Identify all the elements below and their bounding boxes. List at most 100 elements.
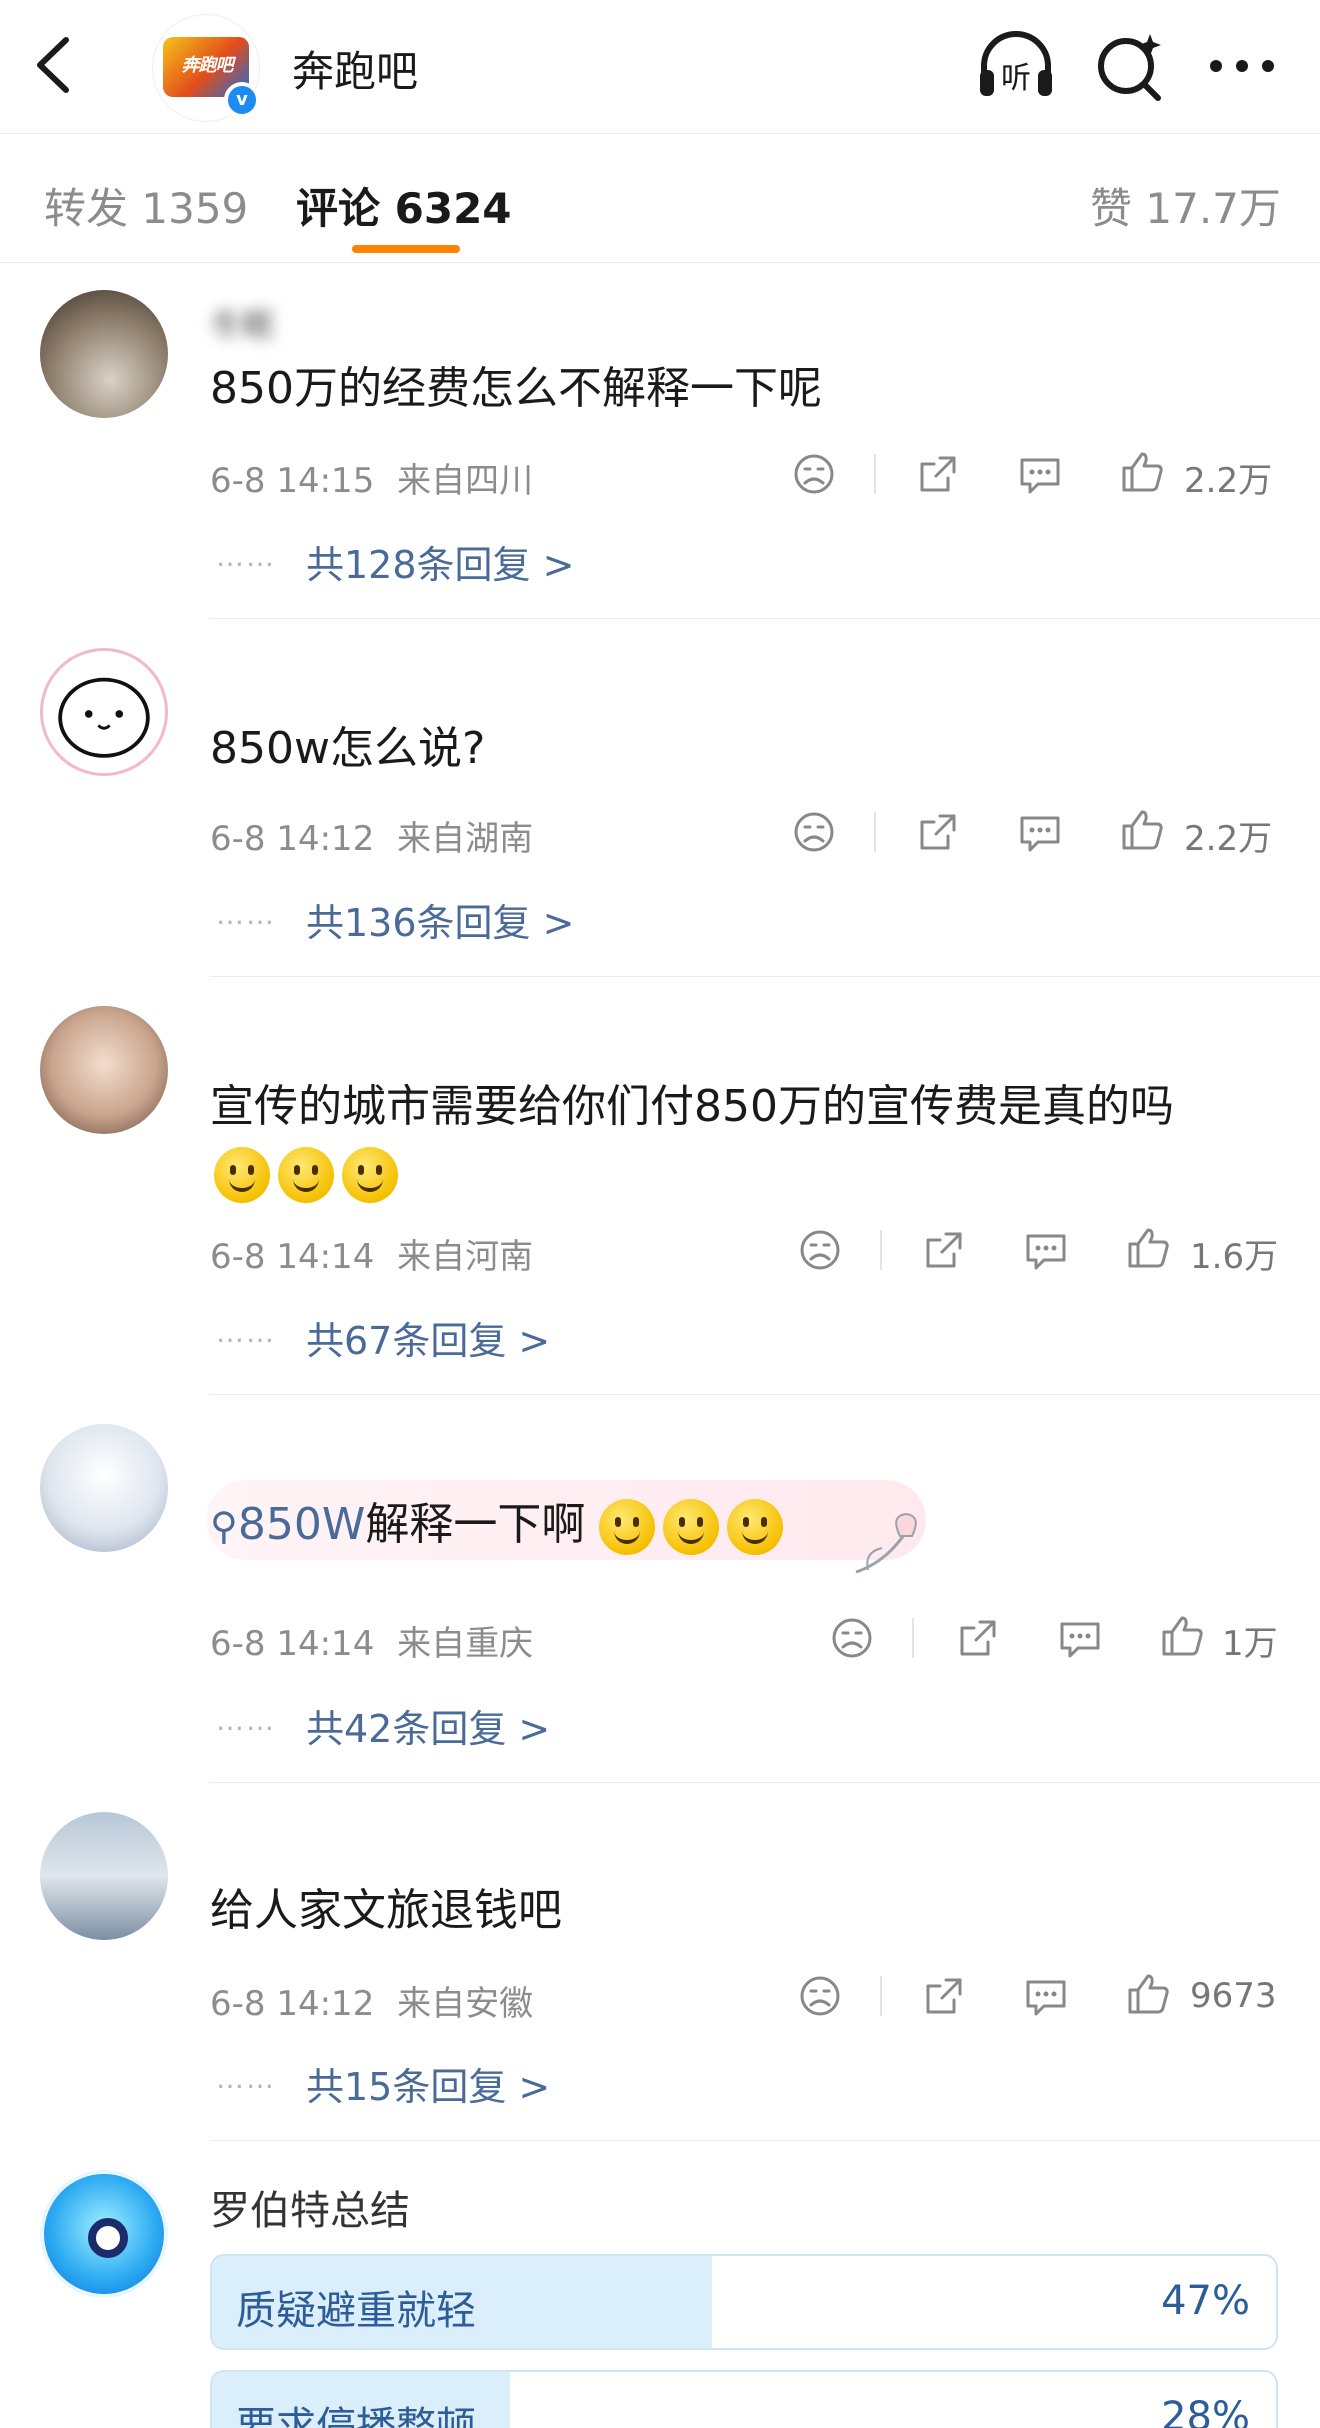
share-button[interactable] [920,1226,968,1274]
tab-comments-label: 评论 [296,184,381,233]
thumbs-up-icon [1122,810,1163,850]
tab-repost-count: 1359 [141,184,249,233]
account-name[interactable]: 奔跑吧 [292,38,418,99]
comment-location: 来自安徽 [397,1984,534,2024]
sleepy-emoji-icon [599,1499,656,1555]
commenter-avatar[interactable] [40,648,168,776]
robot-avatar[interactable] [40,2170,168,2298]
poll-option-label: 要求停播整顿 [236,2404,476,2428]
show-logo-text: 奔跑吧 [181,55,234,76]
like-count: 2.2万 [1184,819,1273,859]
poll-option[interactable]: 要求停播整顿 28% [210,2370,1278,2428]
dislike-button[interactable] [796,1226,844,1274]
share-button[interactable] [920,1972,968,2020]
more-button[interactable] [1200,28,1284,104]
cartoon-face-icon [58,677,150,758]
like-count: 9673 [1190,1976,1277,2016]
commenter-avatar[interactable] [40,290,168,418]
reply-dots: …… [216,1316,276,1349]
topic-link[interactable]: 850W [238,1499,366,1550]
view-replies-link[interactable]: 共128条回复 > [306,534,574,589]
tab-likes-count: 17.7万 [1145,184,1281,233]
search-sparkle-icon [1098,34,1161,101]
commenter-name[interactable]: 冬眠 [210,300,274,344]
thumbs-up-icon [1122,452,1163,492]
tab-comments[interactable]: 评论 6324 [296,175,512,236]
comment-meta: 6-8 14:15 来自四川 [210,453,533,502]
comment-location: 来自湖南 [397,819,534,859]
search-button[interactable] [1088,28,1172,104]
dislike-button[interactable] [790,808,838,856]
comment-meta: 6-8 14:12 来自湖南 [210,811,533,860]
frown-face-icon [794,454,834,494]
comment-emoji-row [214,1140,406,1206]
reply-dots: …… [216,1704,276,1737]
action-divider [880,1230,882,1270]
thumbs-up-icon [1128,1974,1169,2014]
tab-likes[interactable]: 赞 17.7万 [1090,175,1281,236]
reply-button[interactable] [1022,1972,1070,2020]
view-replies-link[interactable]: 共15条回复 > [306,2056,550,2111]
comment-text: 宣传的城市需要给你们付850万的宣传费是真的吗 [210,1081,1174,1132]
comment-bubble-icon [1060,1622,1100,1658]
more-dots-icon [1210,60,1274,72]
view-replies-link[interactable]: 共136条回复 > [306,892,574,947]
poll-option-label: 质疑避重就轻 [236,2288,476,2334]
like-count: 1万 [1222,1624,1278,1664]
comment-location: 来自河南 [397,1237,534,1277]
dislike-button[interactable] [828,1614,876,1662]
like-button[interactable] [1124,1224,1172,1272]
share-button[interactable] [914,808,962,856]
comment-bubble-icon [1026,1980,1066,2016]
comment-divider [210,2140,1320,2141]
view-replies-link[interactable]: 共67条回复 > [306,1310,550,1365]
comment-divider [210,976,1320,977]
comment-date: 6-8 14:15 [210,461,375,501]
reply-button[interactable] [1056,1614,1104,1662]
share-icon [960,1620,996,1656]
comment-date: 6-8 14:14 [210,1237,375,1277]
poll-option-percent: 28% [1161,2394,1250,2428]
reply-button[interactable] [1016,450,1064,498]
chevron-left-icon [37,37,69,93]
share-button[interactable] [954,1614,1002,1662]
poll-option[interactable]: 质疑避重就轻 47% [210,2254,1278,2350]
reply-button[interactable] [1022,1226,1070,1274]
like-button[interactable] [1118,448,1166,496]
view-replies-link[interactable]: 共42条回复 > [306,1698,550,1753]
like-button[interactable] [1124,1970,1172,2018]
action-divider [880,1976,882,2016]
comment-tabs: 转发 1359 评论 6324 赞 17.7万 [0,135,1320,263]
comment-bubble-icon [1020,816,1060,852]
reply-button[interactable] [1016,808,1064,856]
share-button[interactable] [914,450,962,498]
thumbs-up-icon [1128,1228,1169,1268]
tab-repost-label: 转发 [44,184,129,233]
smile-emoji-icon [214,1147,270,1203]
comment-text: 给人家文旅退钱吧 [210,1885,562,1936]
action-divider [874,812,876,852]
dislike-button[interactable] [796,1972,844,2020]
commenter-avatar[interactable] [40,1006,168,1134]
tab-comments-count: 6324 [394,184,512,233]
dislike-button[interactable] [790,450,838,498]
comment-bubble-icon [1026,1234,1066,1270]
listen-label: 听 [1001,61,1031,96]
comment-date: 6-8 14:12 [210,1984,375,2024]
comment-location: 来自重庆 [397,1624,534,1664]
tab-repost[interactable]: 转发 1359 [44,175,248,236]
comment-divider [210,1782,1320,1783]
comment-meta: 6-8 14:12 来自安徽 [210,1976,533,2025]
commenter-avatar[interactable] [40,1812,168,1940]
share-icon [920,456,956,492]
back-button[interactable] [28,30,78,100]
like-button[interactable] [1158,1612,1206,1660]
like-button[interactable] [1118,806,1166,854]
comment-date: 6-8 14:14 [210,1624,375,1664]
active-tab-indicator [352,245,460,253]
listen-button[interactable]: 听 [974,28,1058,104]
tab-likes-label: 赞 [1090,184,1133,233]
commenter-avatar[interactable] [40,1424,168,1552]
reply-dots: …… [216,898,276,931]
share-icon [926,1232,962,1268]
